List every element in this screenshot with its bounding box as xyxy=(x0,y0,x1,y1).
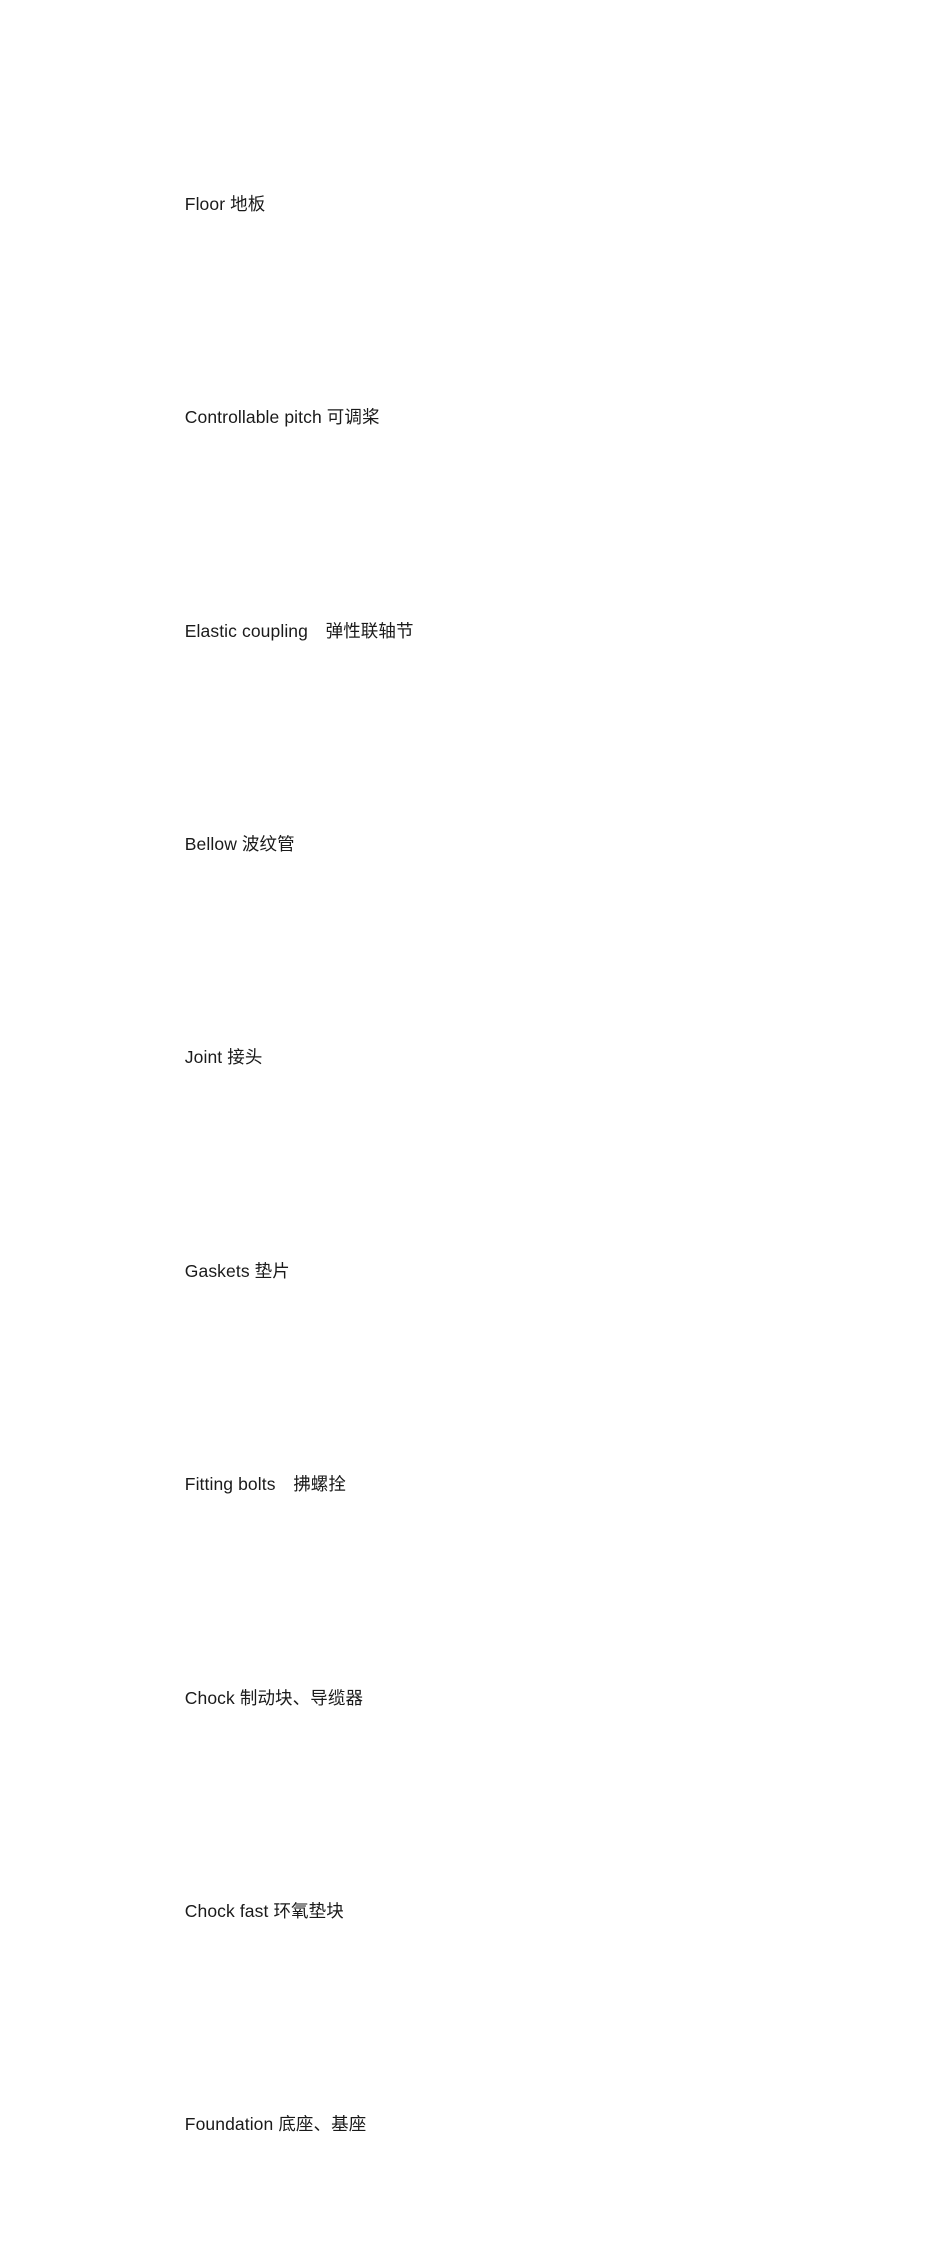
term-english: Joint xyxy=(184,1047,223,1068)
glossary-entry: Foundation 底座、基座 xyxy=(155,2019,855,2232)
term-english: Foundation xyxy=(184,2114,274,2135)
glossary-entry: Gaskets 垫片 xyxy=(155,1165,855,1378)
glossary-entry: Floor 地板 xyxy=(155,98,855,311)
term-separator xyxy=(308,621,326,641)
term-english: Controllable pitch xyxy=(184,407,322,428)
term-english: Bellow xyxy=(184,833,237,854)
term-chinese: 拂螺拴 xyxy=(293,1475,346,1496)
glossary-entry: Bellow 波纹管 xyxy=(155,738,855,951)
glossary-entry: Mounting 装置、座、架 xyxy=(155,2232,855,2246)
term-chinese: 环氧垫块 xyxy=(273,1901,344,1922)
glossary-entry: Fitting bolts 拂螺拴 xyxy=(155,1378,855,1591)
term-chinese: 波纹管 xyxy=(241,834,295,855)
term-chinese: 接头 xyxy=(227,1048,263,1069)
term-chinese: 制动块、导缆器 xyxy=(239,1688,364,1709)
term-english: Fitting bolts xyxy=(184,1474,276,1495)
document-page: Floor 地板 Controllable pitch 可调桨 Elastic … xyxy=(0,0,945,2135)
term-chinese: 垫片 xyxy=(254,1261,290,1282)
term-english: Elastic coupling xyxy=(184,620,308,641)
term-english: Chock fast xyxy=(184,1900,269,1921)
glossary-list: Floor 地板 Controllable pitch 可调桨 Elastic … xyxy=(155,98,855,2246)
term-separator xyxy=(276,1474,294,1494)
term-chinese: 底座、基座 xyxy=(278,2115,367,2136)
term-chinese: 弹性联轴节 xyxy=(325,621,414,642)
glossary-entry: Chock 制动块、导缆器 xyxy=(155,1592,855,1805)
glossary-entry: Controllable pitch 可调桨 xyxy=(155,311,855,524)
glossary-entry: Elastic coupling 弹性联轴节 xyxy=(155,525,855,738)
term-english: Gaskets xyxy=(184,1260,250,1281)
glossary-entry: Joint 接头 xyxy=(155,952,855,1165)
term-chinese: 可调桨 xyxy=(326,408,380,429)
term-english: Chock xyxy=(184,1687,235,1708)
glossary-entry: Chock fast 环氧垫块 xyxy=(155,1805,855,2018)
term-english: Floor xyxy=(184,193,226,214)
term-chinese: 地板 xyxy=(230,194,266,215)
